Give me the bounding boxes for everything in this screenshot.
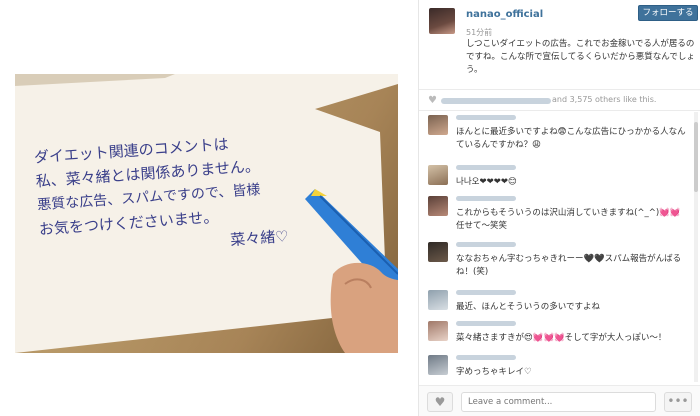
commenter-avatar[interactable] (428, 196, 448, 216)
comment-text: ほんとに最近多いですよね😨こんな広告にひっかかる人なんているんですかね？😩 (456, 127, 686, 150)
comment-footer: ♥ ••• (419, 385, 700, 416)
commenter-avatar[interactable] (428, 165, 448, 185)
commenter-name-blurred[interactable] (456, 115, 516, 120)
comment-item: これからもそういうのは沢山消していきますね(^_^)💓💓任せて〜笑笑 (419, 196, 700, 234)
liker-names-blurred (441, 98, 551, 104)
comment-item: 菜々緒さますきが😍💓💓💓そして字が大人っぽい〜！ (419, 321, 700, 345)
like-button[interactable]: ♥ (427, 392, 453, 412)
commenter-avatar[interactable] (428, 290, 448, 310)
heart-icon: ♥ (434, 395, 446, 409)
commenter-name-blurred[interactable] (456, 290, 516, 295)
post-photo[interactable]: ダイエット関連のコメントは 私、菜々緒とは関係ありません。 悪質な広告、スパムで… (15, 74, 398, 353)
photo-panel: ダイエット関連のコメントは 私、菜々緒とは関係ありません。 悪質な広告、スパムで… (0, 0, 418, 416)
comment-text: 나나오❤❤❤❤😊 (456, 177, 517, 187)
commenter-name-blurred[interactable] (456, 355, 516, 360)
commenter-avatar[interactable] (428, 321, 448, 341)
follow-button[interactable]: フォローする (638, 5, 698, 21)
comment-text: これからもそういうのは沢山消していきますね(^_^)💓💓任せて〜笑笑 (456, 208, 681, 231)
comment-item: ほんとに最近多いですよね😨こんな広告にひっかかる人なんているんですかね？😩 (419, 115, 700, 153)
post-time: 51分前 (466, 28, 493, 37)
comment-item: 나나오❤❤❤❤😊 (419, 165, 700, 189)
likes-count[interactable]: and 3,575 others like this. (552, 95, 656, 104)
user-avatar[interactable] (429, 8, 455, 34)
commenter-name-blurred[interactable] (456, 242, 516, 247)
comment-text: 菜々緒さますきが😍💓💓💓そして字が大人っぽい〜！ (456, 333, 667, 343)
comment-item: 最近、ほんとそういうの多いですよね (419, 290, 700, 314)
more-options-button[interactable]: ••• (664, 392, 692, 412)
commenter-avatar[interactable] (428, 355, 448, 375)
handwritten-note: ダイエット関連のコメントは 私、菜々緒とは関係ありません。 悪質な広告、スパムで… (33, 123, 371, 266)
comment-item: ななおちゃん字むっちゃきれーー🖤🖤スパム報告がんばるね！(笑) (419, 242, 700, 280)
commenter-name-blurred[interactable] (456, 196, 516, 201)
commenter-name-blurred[interactable] (456, 165, 516, 170)
comment-item: 字めっちゃキレイ♡ (419, 355, 700, 379)
heart-icon: ♥ (428, 95, 437, 106)
post-details: nanao_official フォローする 51分前 しつこいダイエットの広告。… (419, 0, 700, 416)
comment-text: 字めっちゃキレイ♡ (456, 367, 532, 377)
comments-scrollbar[interactable] (694, 112, 698, 382)
username-link[interactable]: nanao_official (466, 9, 543, 20)
comment-input[interactable] (461, 392, 656, 412)
post-caption: しつこいダイエットの広告。これでお金稼いでる人が居るのですね。こんな所で宣伝して… (466, 39, 695, 75)
post-header: nanao_official フォローする 51分前 しつこいダイエットの広告。… (419, 0, 700, 90)
comment-text: ななおちゃん字むっちゃきれーー🖤🖤スパム報告がんばるね！(笑) (456, 254, 682, 277)
scrollbar-thumb[interactable] (694, 122, 698, 192)
comment-text: 最近、ほんとそういうの多いですよね (456, 302, 600, 312)
commenter-name-blurred[interactable] (456, 321, 516, 326)
commenter-avatar[interactable] (428, 115, 448, 135)
likes-bar: ♥ and 3,575 others like this. (419, 91, 700, 111)
comment-list: ほんとに最近多いですよね😨こんな広告にひっかかる人なんているんですかね？😩 나나… (419, 112, 700, 382)
commenter-avatar[interactable] (428, 242, 448, 262)
